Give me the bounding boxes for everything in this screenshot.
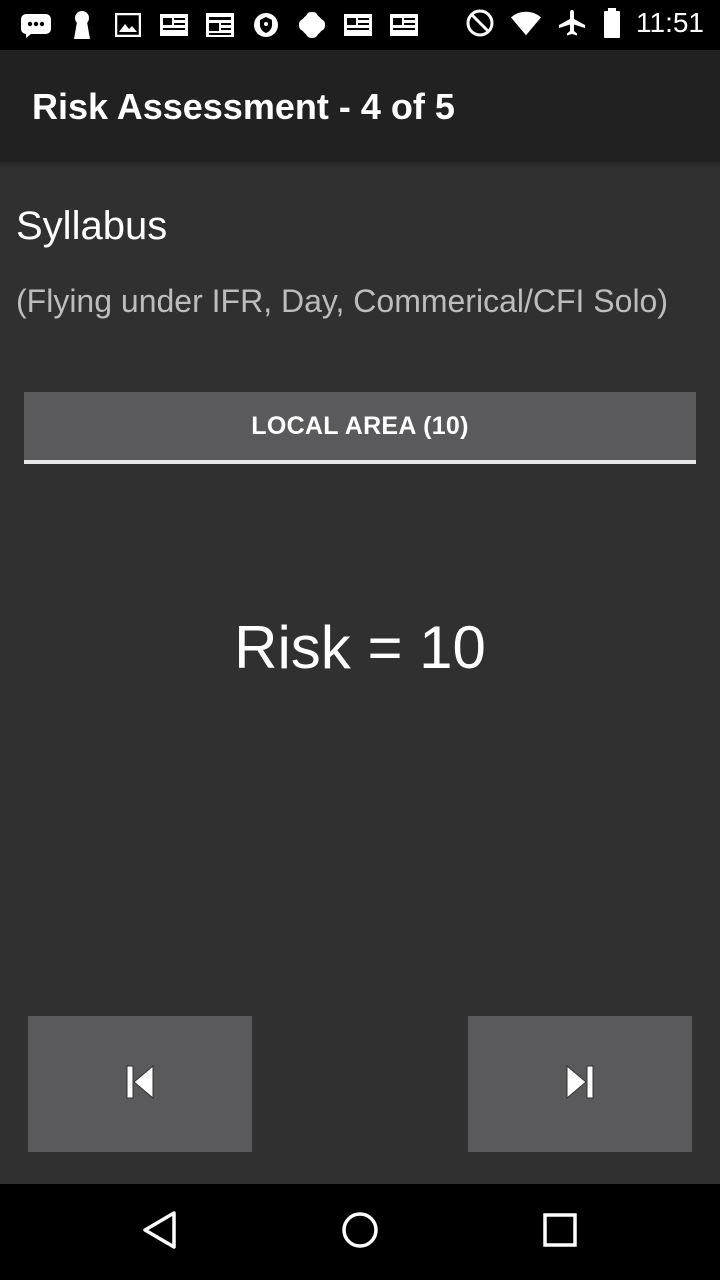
notification-icons: [20, 10, 420, 40]
section-title: Syllabus: [16, 204, 168, 248]
battery-icon: [602, 8, 622, 38]
keyhole-icon: [66, 10, 98, 40]
article-icon: [204, 10, 236, 40]
shield-icon: [250, 10, 282, 40]
recents-square-icon: [542, 1212, 578, 1253]
section-subtitle: (Flying under IFR, Day, Commerical/CFI S…: [16, 283, 668, 319]
skip-next-icon: [563, 1063, 597, 1106]
system-status-icons: 11:51: [464, 8, 704, 38]
news-icon: [388, 10, 420, 40]
risk-value: Risk = 10: [234, 614, 486, 681]
image-icon: [112, 10, 144, 40]
page-title: Risk Assessment - 4 of 5: [32, 86, 455, 127]
category-button-underline: [24, 460, 696, 464]
back-button[interactable]: [100, 1184, 220, 1280]
news-icon: [158, 10, 190, 40]
system-navigation-bar: [0, 1184, 720, 1280]
wifi-icon: [510, 8, 542, 38]
home-circle-icon: [340, 1210, 380, 1255]
app-bar: Risk Assessment - 4 of 5: [0, 50, 720, 162]
news-icon: [342, 10, 374, 40]
skip-previous-icon: [123, 1063, 157, 1106]
airplane-icon: [556, 8, 588, 38]
chat-icon: [20, 10, 52, 40]
app-bar-shadow: [0, 162, 720, 168]
back-triangle-icon: [140, 1210, 180, 1255]
do-not-disturb-icon: [464, 8, 496, 38]
status-bar: 11:51: [0, 0, 720, 50]
android-icon: [296, 10, 328, 40]
local-area-button[interactable]: LOCAL AREA (10): [24, 392, 696, 460]
status-clock: 11:51: [636, 7, 704, 38]
previous-button[interactable]: [28, 1016, 252, 1152]
home-button[interactable]: [300, 1184, 420, 1280]
recents-button[interactable]: [500, 1184, 620, 1280]
next-button[interactable]: [468, 1016, 692, 1152]
